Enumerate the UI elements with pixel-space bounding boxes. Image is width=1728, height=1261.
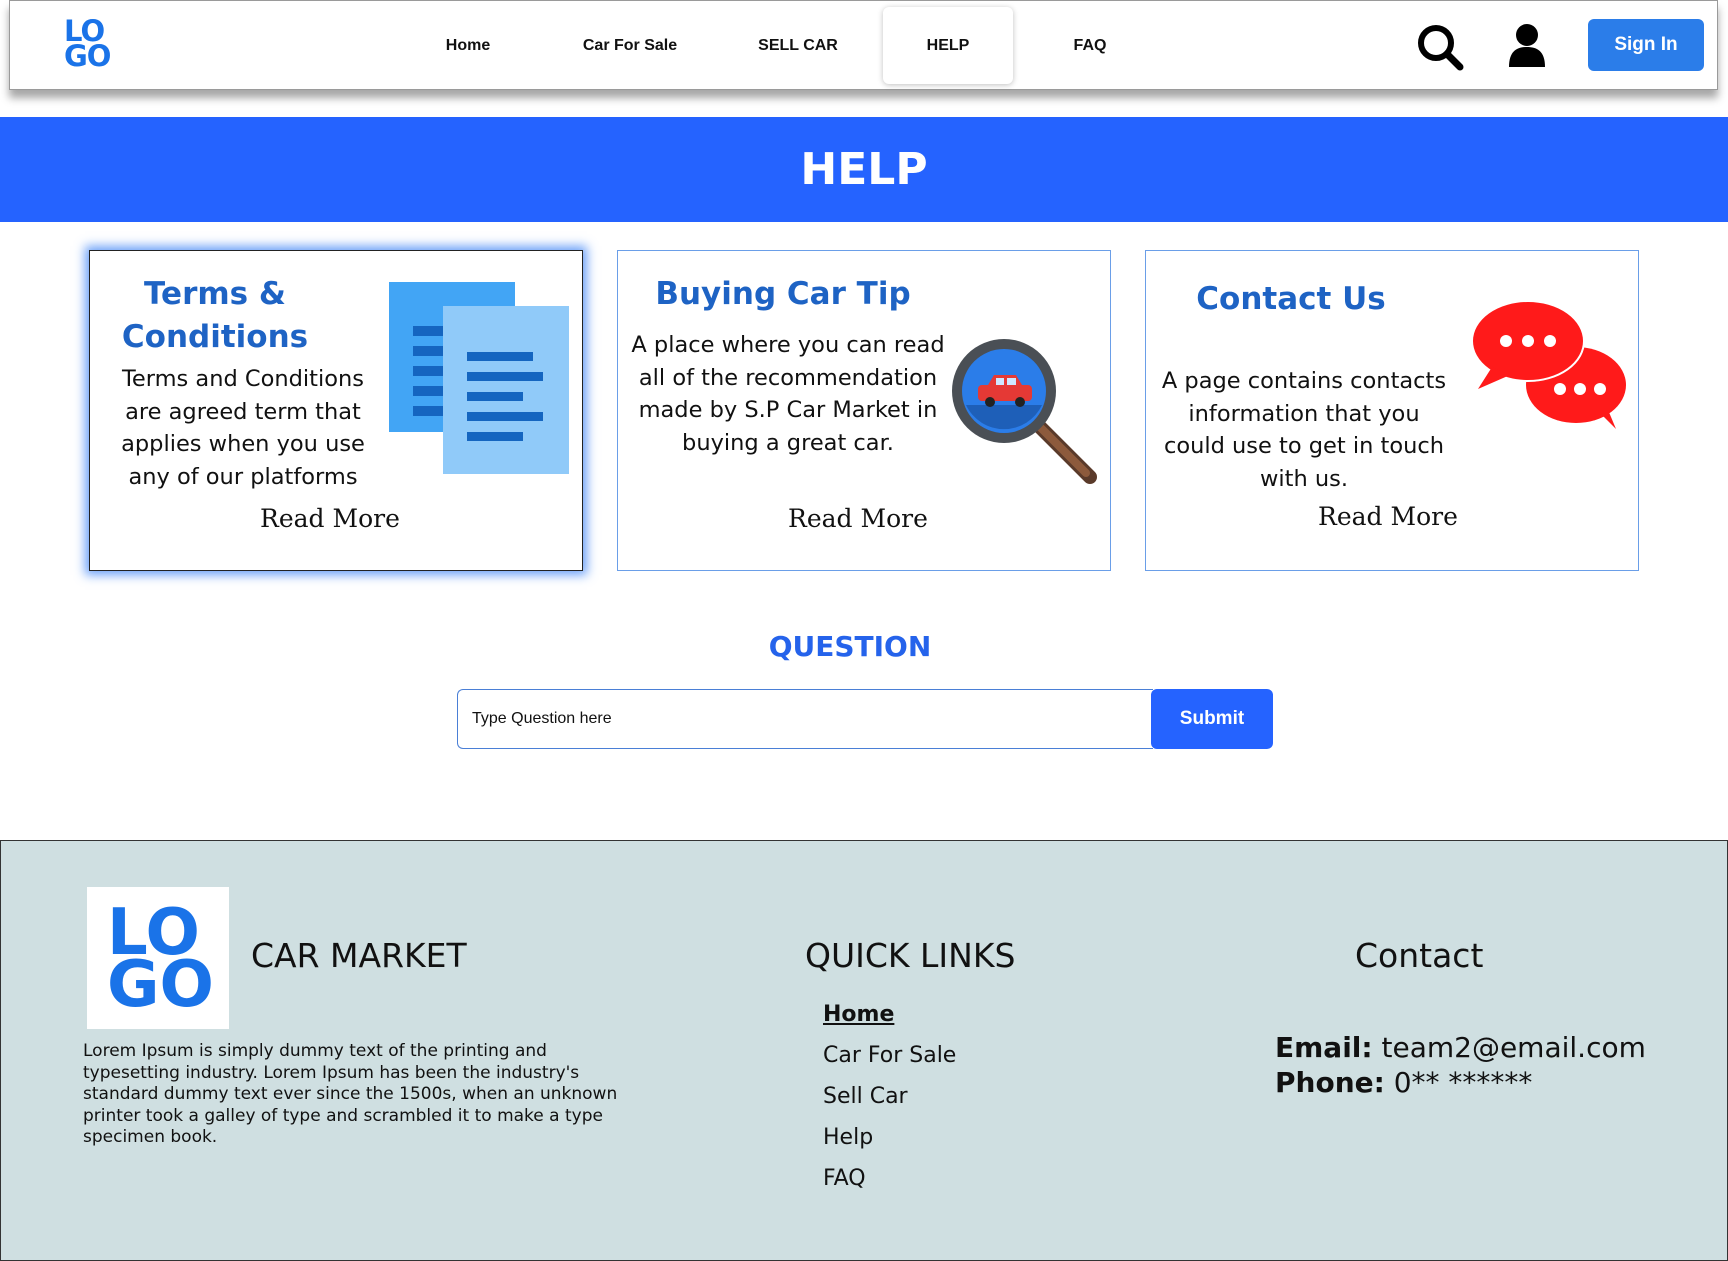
- footer-logo[interactable]: LO GO: [87, 887, 229, 1029]
- card-title-line: Terms &: [144, 276, 286, 312]
- top-navbar: LO GO Home Car For Sale SELL CAR HELP FA…: [9, 0, 1718, 90]
- card-description: Terms and Conditions are agreed term tha…: [108, 363, 378, 493]
- nav-home[interactable]: Home: [403, 7, 533, 84]
- card-text-line: are agreed term that: [125, 398, 361, 425]
- logo-text-bottom: GO: [107, 948, 214, 1022]
- footer-link-help[interactable]: Help: [823, 1125, 873, 1150]
- documents-icon: [389, 282, 569, 481]
- footer-link-sell-car[interactable]: Sell Car: [823, 1084, 908, 1109]
- email-label: Email:: [1275, 1031, 1373, 1064]
- card-text-line: made by S.P Car Market in: [638, 397, 938, 423]
- card-terms-conditions[interactable]: Terms & Conditions Terms and Conditions …: [89, 250, 583, 571]
- footer-link-home[interactable]: Home: [823, 1002, 894, 1027]
- logo[interactable]: LO GO: [64, 17, 126, 75]
- card-text-line: information that you: [1188, 400, 1420, 427]
- phone-label: Phone:: [1275, 1066, 1385, 1099]
- footer-brand-name: CAR MARKET: [251, 936, 467, 975]
- phone-value: 0** ******: [1393, 1066, 1533, 1099]
- card-description: A place where you can read all of the re…: [628, 329, 948, 459]
- search-icon[interactable]: [1416, 23, 1464, 71]
- email-value[interactable]: team2@email.com: [1382, 1031, 1646, 1064]
- sign-in-button[interactable]: Sign In: [1588, 19, 1704, 71]
- card-text-line: any of our platforms: [128, 463, 358, 490]
- nav-car-for-sale[interactable]: Car For Sale: [559, 7, 701, 84]
- user-icon[interactable]: [1507, 23, 1547, 67]
- chat-bubbles-icon: [1470, 300, 1630, 446]
- card-text-line: with us.: [1259, 465, 1349, 492]
- read-more-link[interactable]: Read More: [260, 504, 400, 533]
- card-title: Contact Us: [1196, 281, 1386, 317]
- submit-button[interactable]: Submit: [1151, 689, 1273, 749]
- nav-sell-car[interactable]: SELL CAR: [727, 7, 869, 84]
- card-text-line: applies when you use: [121, 431, 365, 457]
- contact-phone: Phone: 0** ******: [1275, 1066, 1532, 1099]
- card-text-line: A page contains contacts: [1161, 368, 1447, 394]
- nav-faq[interactable]: FAQ: [1025, 7, 1155, 84]
- card-buying-car-tip[interactable]: Buying Car Tip A place where you can rea…: [617, 250, 1111, 571]
- footer-description: Lorem Ipsum is simply dummy text of the …: [83, 1041, 618, 1147]
- card-title: Terms & Conditions: [120, 273, 310, 359]
- nav-help[interactable]: HELP: [883, 7, 1013, 84]
- card-description: A page contains contacts information tha…: [1158, 365, 1450, 495]
- footer: LO GO CAR MARKET Lorem Ipsum is simply d…: [0, 840, 1728, 1261]
- question-title: QUESTION: [768, 630, 932, 663]
- card-title: Buying Car Tip: [655, 276, 911, 312]
- read-more-link[interactable]: Read More: [788, 504, 928, 533]
- contact-email: Email: team2@email.com: [1275, 1031, 1646, 1064]
- read-more-link[interactable]: Read More: [1318, 502, 1458, 531]
- card-text-line: all of the recommendation: [638, 364, 938, 391]
- page-title-banner: HELP: [0, 117, 1728, 222]
- magnifier-car-icon: [948, 335, 1100, 492]
- contact-title: Contact: [1355, 936, 1484, 975]
- card-title-line: Conditions: [121, 319, 309, 355]
- footer-link-car-for-sale[interactable]: Car For Sale: [823, 1043, 956, 1068]
- card-text-line: could use to get in touch: [1163, 433, 1445, 459]
- question-input[interactable]: [457, 689, 1153, 749]
- card-contact-us[interactable]: Contact Us A page contains contacts info…: [1145, 250, 1639, 571]
- card-text-line: Terms and Conditions: [122, 366, 364, 392]
- quick-links-title: QUICK LINKS: [805, 936, 1016, 975]
- card-text-line: A place where you can read: [631, 332, 945, 358]
- card-text-line: buying a great car.: [682, 429, 894, 456]
- footer-link-faq[interactable]: FAQ: [823, 1166, 866, 1191]
- logo-text-bottom: GO: [64, 39, 111, 73]
